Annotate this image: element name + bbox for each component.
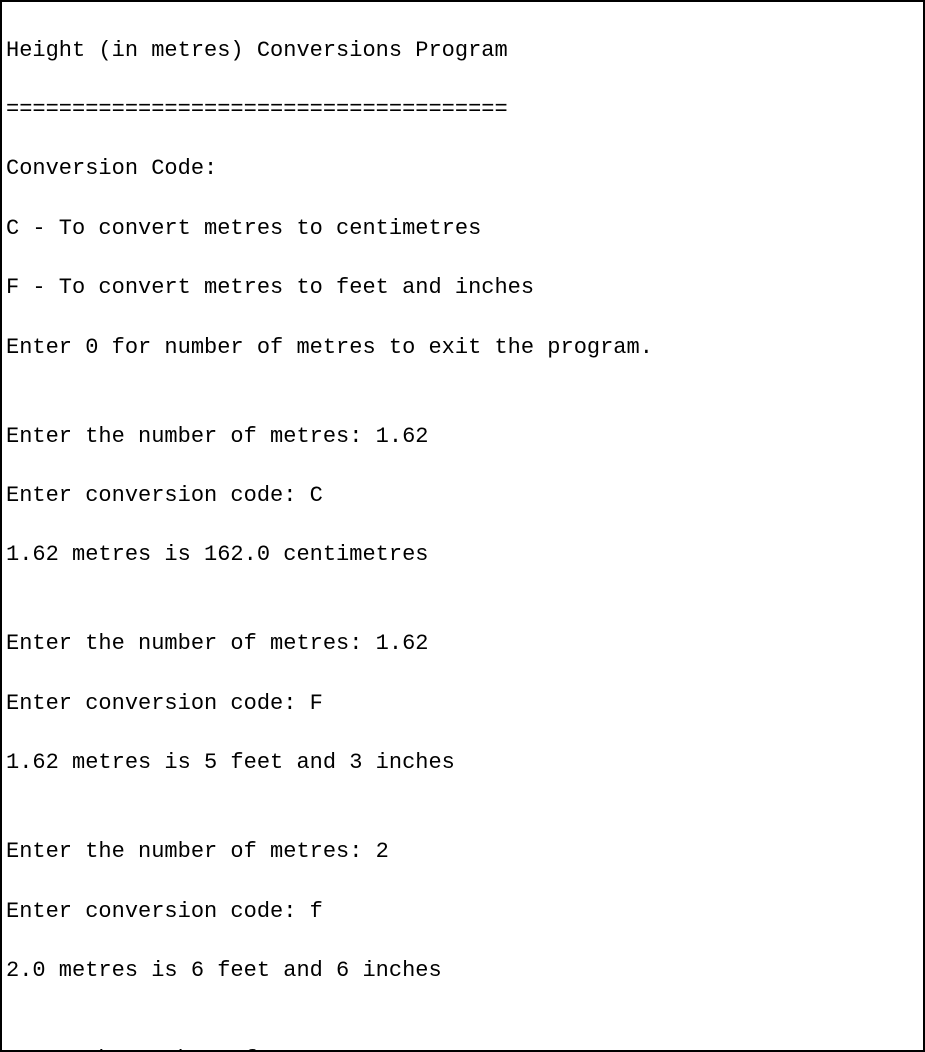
output-line: Enter conversion code: F	[6, 689, 919, 719]
output-line: ======================================	[6, 95, 919, 125]
output-line: Enter the number of metres: 1.62	[6, 629, 919, 659]
output-line: Enter conversion code: C	[6, 481, 919, 511]
output-line: Enter the number of metres: 1.62	[6, 422, 919, 452]
output-line: Enter conversion code: f	[6, 897, 919, 927]
output-line: Enter the number of metres: 2	[6, 837, 919, 867]
output-line: F - To convert metres to feet and inches	[6, 273, 919, 303]
output-line: 2.0 metres is 6 feet and 6 inches	[6, 956, 919, 986]
terminal-output: Height (in metres) Conversions Program =…	[0, 0, 925, 1052]
output-line: 1.62 metres is 162.0 centimetres	[6, 540, 919, 570]
output-line: Height (in metres) Conversions Program	[6, 36, 919, 66]
output-line: 1.62 metres is 5 feet and 3 inches	[6, 748, 919, 778]
output-line: Conversion Code:	[6, 154, 919, 184]
output-line: Enter 0 for number of metres to exit the…	[6, 333, 919, 363]
output-line: Enter the number of metres: 3.25	[6, 1045, 919, 1052]
output-line: C - To convert metres to centimetres	[6, 214, 919, 244]
